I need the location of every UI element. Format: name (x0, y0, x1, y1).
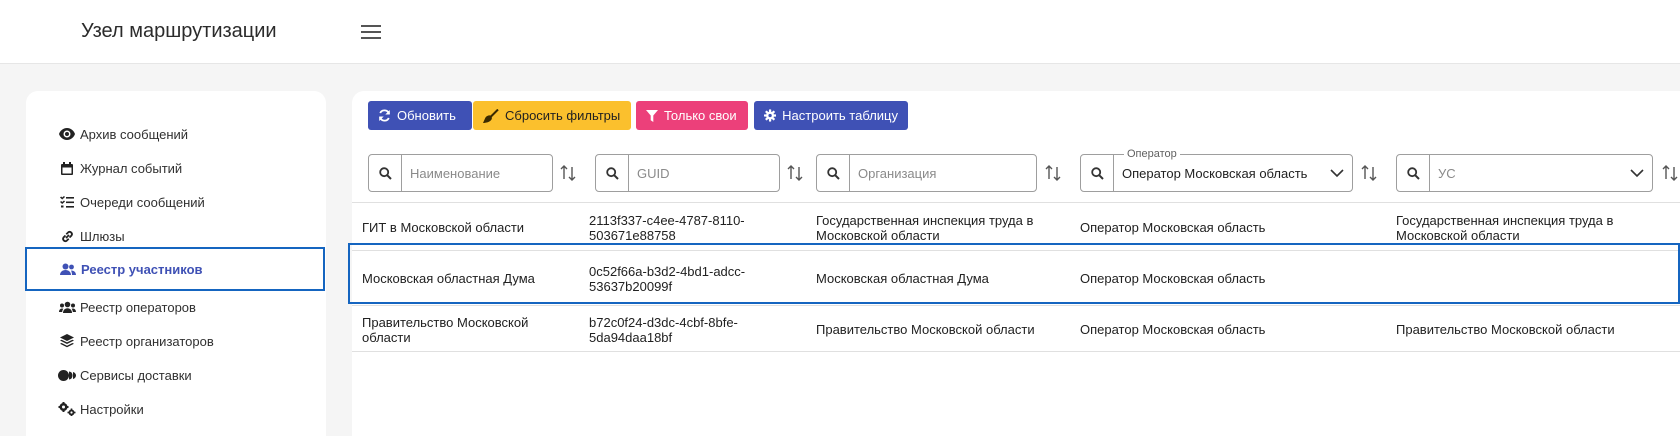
hamburger-icon (361, 25, 381, 39)
checklist-icon (58, 193, 76, 211)
broom-icon (483, 108, 499, 123)
name-filter (368, 154, 576, 192)
only-own-button[interactable]: Только свои (636, 101, 748, 130)
sort-icon[interactable] (1360, 164, 1378, 182)
sidebar-item-label: Очереди сообщений (80, 194, 205, 210)
sort-icon[interactable] (559, 164, 577, 182)
cell-guid: 0c52f66a-b3d2-4bd1-adcc-53637b20099f (589, 264, 746, 294)
reset-filters-label: Сбросить фильтры (505, 108, 621, 123)
operator-selected-value: Оператор Московская область (1122, 165, 1308, 181)
sidebar-item-label: Реестр участников (81, 261, 203, 277)
main-content: Обновить Сбросить фильтры Только свои На… (352, 91, 1680, 436)
guid-filter-input[interactable] (628, 154, 780, 192)
operator-select[interactable]: Оператор Оператор Московская область (1113, 147, 1353, 192)
cell-operator: Оператор Московская область (1080, 322, 1266, 337)
sidebar-item-label: Настройки (80, 401, 144, 417)
configure-table-button[interactable]: Настроить таблицу (754, 101, 908, 130)
cell-name: ГИТ в Московской области (362, 220, 525, 235)
sidebar-item-label: Сервисы доставки (80, 367, 192, 383)
sidebar-item-event-log[interactable]: Журнал событий (26, 151, 326, 185)
cell-operator: Оператор Московская область (1080, 220, 1266, 235)
gear-icon (764, 109, 777, 122)
sort-icon[interactable] (1044, 164, 1062, 182)
operator-legend: Оператор (1124, 147, 1180, 161)
layers-icon (58, 332, 76, 350)
gears-icon (58, 400, 76, 418)
app-title: Узел маршрутизации (81, 20, 277, 42)
sidebar-item-settings[interactable]: Настройки (26, 392, 326, 426)
sidebar-item-label: Реестр организаторов (80, 333, 214, 349)
top-app-bar: Узел маршрутизации (0, 0, 1680, 64)
table-row[interactable]: Московская областная Дума 0c52f66a-b3d2-… (352, 250, 1680, 305)
reset-filters-button[interactable]: Сбросить фильтры (473, 101, 631, 130)
cell-us: Правительство Московской области (1396, 322, 1615, 337)
search-icon (605, 166, 619, 180)
table-row[interactable]: ГИТ в Московской области 2113f337-c4ee-4… (352, 202, 1680, 250)
sort-icon[interactable] (786, 164, 804, 182)
refresh-label: Обновить (397, 108, 456, 123)
cell-name: Московская областная Дума (362, 271, 535, 286)
video-icon (58, 366, 76, 384)
search-icon (826, 166, 840, 180)
guid-filter (595, 154, 803, 192)
sidebar-item-message-archive[interactable]: Архив сообщений (26, 117, 326, 151)
search-icon (1406, 166, 1420, 180)
cell-us: Государственная инспекция труда в Москов… (1396, 213, 1614, 243)
organization-filter (816, 154, 1061, 192)
calendar-icon (58, 159, 76, 177)
sidebar-item-organizers-registry[interactable]: Реестр организаторов (26, 324, 326, 358)
us-select[interactable]: УС (1429, 154, 1653, 192)
refresh-button[interactable]: Обновить (368, 101, 472, 130)
search-icon (1090, 166, 1104, 180)
link-icon (58, 227, 76, 245)
sidebar-item-label: Журнал событий (80, 160, 183, 176)
users-icon (59, 260, 77, 278)
cell-organization: Государственная инспекция труда в Москов… (816, 213, 1034, 243)
sort-icon[interactable] (1661, 164, 1679, 182)
sidebar-item-label: Архив сообщений (80, 126, 189, 142)
name-search-button[interactable] (368, 154, 402, 192)
operator-search-button[interactable] (1080, 154, 1114, 192)
chevron-down-icon (1630, 168, 1644, 177)
eye-icon (58, 125, 76, 143)
cell-guid: 2113f337-c4ee-4787-8110-503671e88758 (589, 213, 745, 243)
only-own-label: Только свои (664, 108, 737, 123)
cell-name: Правительство Московской области (362, 315, 529, 345)
guid-search-button[interactable] (595, 154, 629, 192)
sidebar-item-label: Шлюзы (80, 228, 125, 244)
us-search-button[interactable] (1396, 154, 1430, 192)
cell-guid: b72c0f24-d3dc-4cbf-8bfe-5da94daa18bf (589, 315, 738, 345)
user-group-icon (58, 298, 76, 316)
filter-icon (646, 109, 658, 122)
cell-organization: Правительство Московской области (816, 322, 1035, 337)
sidebar-item-label: Реестр операторов (80, 299, 196, 315)
cell-operator: Оператор Московская область (1080, 271, 1266, 286)
search-icon (378, 166, 392, 180)
operator-filter: Оператор Оператор Московская область (1080, 147, 1377, 192)
us-placeholder: УС (1438, 165, 1456, 181)
sidebar-item-participants-registry[interactable]: Реестр участников (25, 247, 325, 291)
organization-search-button[interactable] (816, 154, 850, 192)
table-row[interactable]: Правительство Московской области b72c0f2… (352, 305, 1680, 352)
cell-organization: Московская областная Дума (816, 271, 989, 286)
organization-filter-input[interactable] (849, 154, 1037, 192)
chevron-down-icon (1330, 168, 1344, 177)
us-filter: УС (1396, 154, 1679, 192)
sidebar-item-operators-registry[interactable]: Реестр операторов (26, 290, 326, 324)
sidebar-item-delivery-services[interactable]: Сервисы доставки (26, 358, 326, 392)
sidebar-nav: Архив сообщений Журнал событий Очереди с… (25, 91, 326, 436)
menu-toggle-button[interactable] (358, 20, 384, 44)
refresh-icon (379, 109, 390, 122)
configure-table-label: Настроить таблицу (782, 108, 898, 123)
sidebar-item-message-queues[interactable]: Очереди сообщений (26, 185, 326, 219)
name-filter-input[interactable] (401, 154, 553, 192)
